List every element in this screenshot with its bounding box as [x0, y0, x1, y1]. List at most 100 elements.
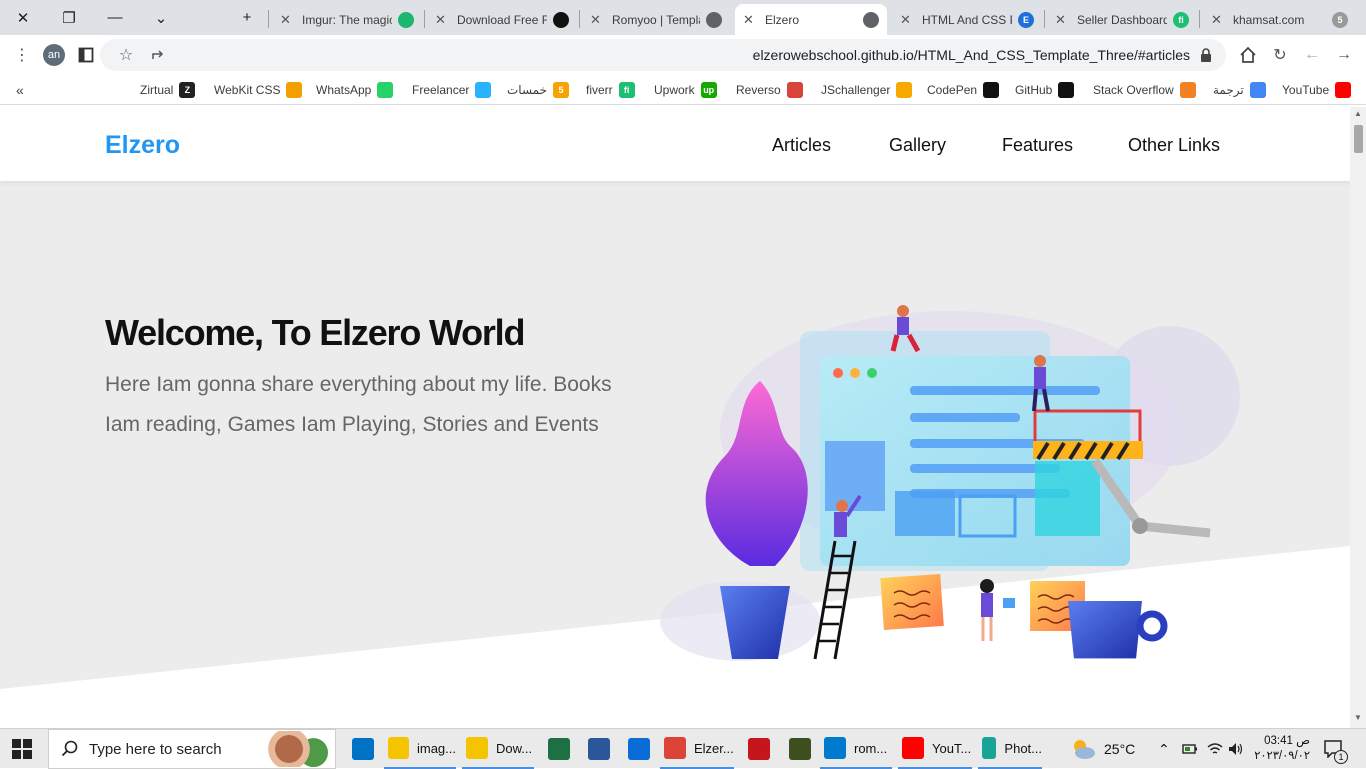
minimize-window-button[interactable]: — [92, 0, 138, 35]
tab-search-button[interactable]: ⌄ [138, 0, 184, 35]
taskbar-app[interactable]: imag... [384, 729, 456, 769]
taskbar-app[interactable]: Phot... [978, 729, 1042, 769]
back-icon[interactable]: → [1332, 43, 1356, 67]
omnibox[interactable]: ☆ elzerowebschool.github.io/HTML_And_CSS… [100, 39, 1226, 71]
bookmark-item[interactable]: WhatsApp [316, 81, 394, 99]
bookmark-item[interactable]: WebKit CSS [214, 81, 303, 99]
bookmark-item[interactable]: Freelancer [412, 81, 492, 99]
browser-tab[interactable]: ✕ Seller Dashboard fi [1047, 4, 1197, 35]
close-tab-icon[interactable]: ✕ [280, 12, 296, 28]
imgur-icon [398, 11, 414, 28]
bookmark-star-icon[interactable]: ☆ [114, 43, 138, 67]
close-tab-icon[interactable]: ✕ [590, 12, 606, 28]
bookmark-favicon-icon: fi [618, 82, 635, 98]
taskbar-app[interactable] [782, 729, 818, 769]
close-tab-icon[interactable]: ✕ [435, 12, 451, 28]
new-tab-button[interactable]: + [224, 0, 270, 35]
start-button[interactable] [12, 729, 32, 769]
bookmark-label: خمسات [507, 83, 548, 97]
taskbar-app[interactable]: Dow... [462, 729, 534, 769]
bookmark-item[interactable]: fiverr fi [586, 81, 635, 99]
browser-tab[interactable]: ✕ Download Free F [427, 4, 577, 35]
battery-icon[interactable] [1182, 729, 1198, 769]
taskbar-app[interactable] [540, 729, 578, 769]
bookmark-item[interactable]: ترجمة [1213, 81, 1266, 99]
bookmark-favicon-icon [1058, 82, 1075, 98]
bookmark-favicon-icon [1179, 82, 1196, 98]
url-text[interactable]: elzerowebschool.github.io/HTML_And_CSS_T… [753, 47, 1190, 63]
tab-title: Romyoo | Templa [612, 12, 700, 27]
bookmark-item[interactable]: JSchallenger [821, 81, 913, 99]
photos-icon [628, 738, 650, 760]
close-tab-icon[interactable]: ✕ [1055, 12, 1071, 28]
taskbar-app[interactable] [344, 729, 382, 769]
bookmarks-overflow-icon[interactable]: « [16, 81, 24, 99]
browser-tab[interactable]: ✕ HTML And CSS P E [892, 4, 1042, 35]
freepik-icon [553, 11, 569, 28]
clock-time: 03:41 ص [1264, 735, 1310, 747]
close-tab-icon[interactable]: ✕ [1211, 12, 1227, 28]
home-icon[interactable] [1236, 43, 1260, 67]
tray-overflow-chevron-icon[interactable]: ⌃ [1158, 729, 1170, 769]
nav-link-articles[interactable]: Articles [772, 135, 831, 156]
tab-separator [579, 10, 580, 28]
nav-link-other-links[interactable]: Other Links [1128, 135, 1220, 156]
bookmark-label: CodePen [927, 83, 978, 97]
taskbar-app[interactable]: Elzer... [660, 729, 734, 769]
close-tab-icon[interactable]: ✕ [900, 12, 916, 28]
share-icon[interactable] [146, 43, 170, 67]
browser-tab[interactable]: ✕ Imgur: The magic [272, 4, 422, 35]
weather-widget[interactable]: 25°C [1070, 729, 1135, 769]
bookmark-item[interactable]: CodePen [927, 81, 1000, 99]
reload-icon[interactable]: ↻ [1268, 43, 1292, 67]
browser-tab[interactable]: ✕ khamsat.com 5 [1203, 4, 1356, 35]
taskbar-app[interactable] [620, 729, 658, 769]
bookmark-label: GitHub [1015, 83, 1053, 97]
bookmark-item[interactable]: خمسات 5 [507, 81, 570, 99]
site-logo[interactable]: Elzero [105, 131, 180, 160]
bookmark-item[interactable]: Stack Overflow [1093, 81, 1196, 99]
bookmark-favicon-icon [896, 82, 913, 98]
bookmark-favicon-icon [786, 82, 803, 98]
scroll-up-arrow-icon[interactable]: ▲ [1354, 109, 1362, 118]
side-panel-icon[interactable] [74, 43, 98, 67]
volume-icon[interactable] [1228, 729, 1244, 769]
menu-kebab-icon[interactable]: ⋮ [10, 43, 34, 67]
close-window-button[interactable]: ✕ [0, 0, 46, 35]
lock-icon[interactable] [1194, 43, 1218, 67]
taskbar-app[interactable] [580, 729, 618, 769]
taskbar-app-label: Phot... [1004, 740, 1042, 756]
clock[interactable]: 03:41 ص ٢٠٢٣/٠٩/٠٢ [1252, 729, 1310, 769]
profile-avatar[interactable]: an [43, 44, 65, 66]
close-tab-icon[interactable]: ✕ [743, 12, 759, 28]
scroll-down-arrow-icon[interactable]: ▼ [1354, 713, 1362, 722]
bookmark-item[interactable]: GitHub [1015, 81, 1075, 99]
bookmark-label: ترجمة [1213, 83, 1244, 97]
bookmark-item[interactable]: Zirtual Z [140, 81, 196, 99]
nav-link-gallery[interactable]: Gallery [889, 135, 946, 156]
globe-icon [863, 11, 879, 28]
taskbar-search-box[interactable]: Type here to search [48, 729, 336, 769]
youtube-icon [902, 737, 924, 759]
bookmark-item[interactable]: YouTube [1282, 81, 1352, 99]
notification-count-badge: 1 [1334, 750, 1348, 764]
landing-section: Welcome, To Elzero World Here Iam gonna … [0, 181, 1350, 728]
browser-tab[interactable]: ✕ Romyoo | Templa [582, 4, 730, 35]
page-scrollbar[interactable]: ▲ ▼ [1350, 107, 1366, 728]
forward-icon[interactable]: ← [1300, 43, 1324, 67]
bookmark-item[interactable]: Reverso [736, 81, 803, 99]
restore-window-button[interactable]: ❐ [46, 0, 92, 35]
taskbar-app[interactable] [740, 729, 778, 769]
scrollbar-thumb[interactable] [1354, 125, 1363, 153]
photopea-icon [982, 737, 997, 759]
nav-link-features[interactable]: Features [1002, 135, 1073, 156]
bookmark-favicon-icon: Z [179, 82, 196, 98]
taskbar-app[interactable]: YouT... [898, 729, 972, 769]
browser-tab[interactable]: ✕ Elzero [735, 4, 887, 35]
taskbar-app[interactable]: rom... [820, 729, 892, 769]
bookmark-item[interactable]: Upwork up [654, 81, 717, 99]
taskbar-app-label: rom... [854, 740, 888, 756]
hero-title: Welcome, To Elzero World [105, 312, 525, 353]
notification-center-button[interactable]: 1 [1324, 729, 1348, 769]
wifi-icon[interactable] [1207, 729, 1223, 769]
